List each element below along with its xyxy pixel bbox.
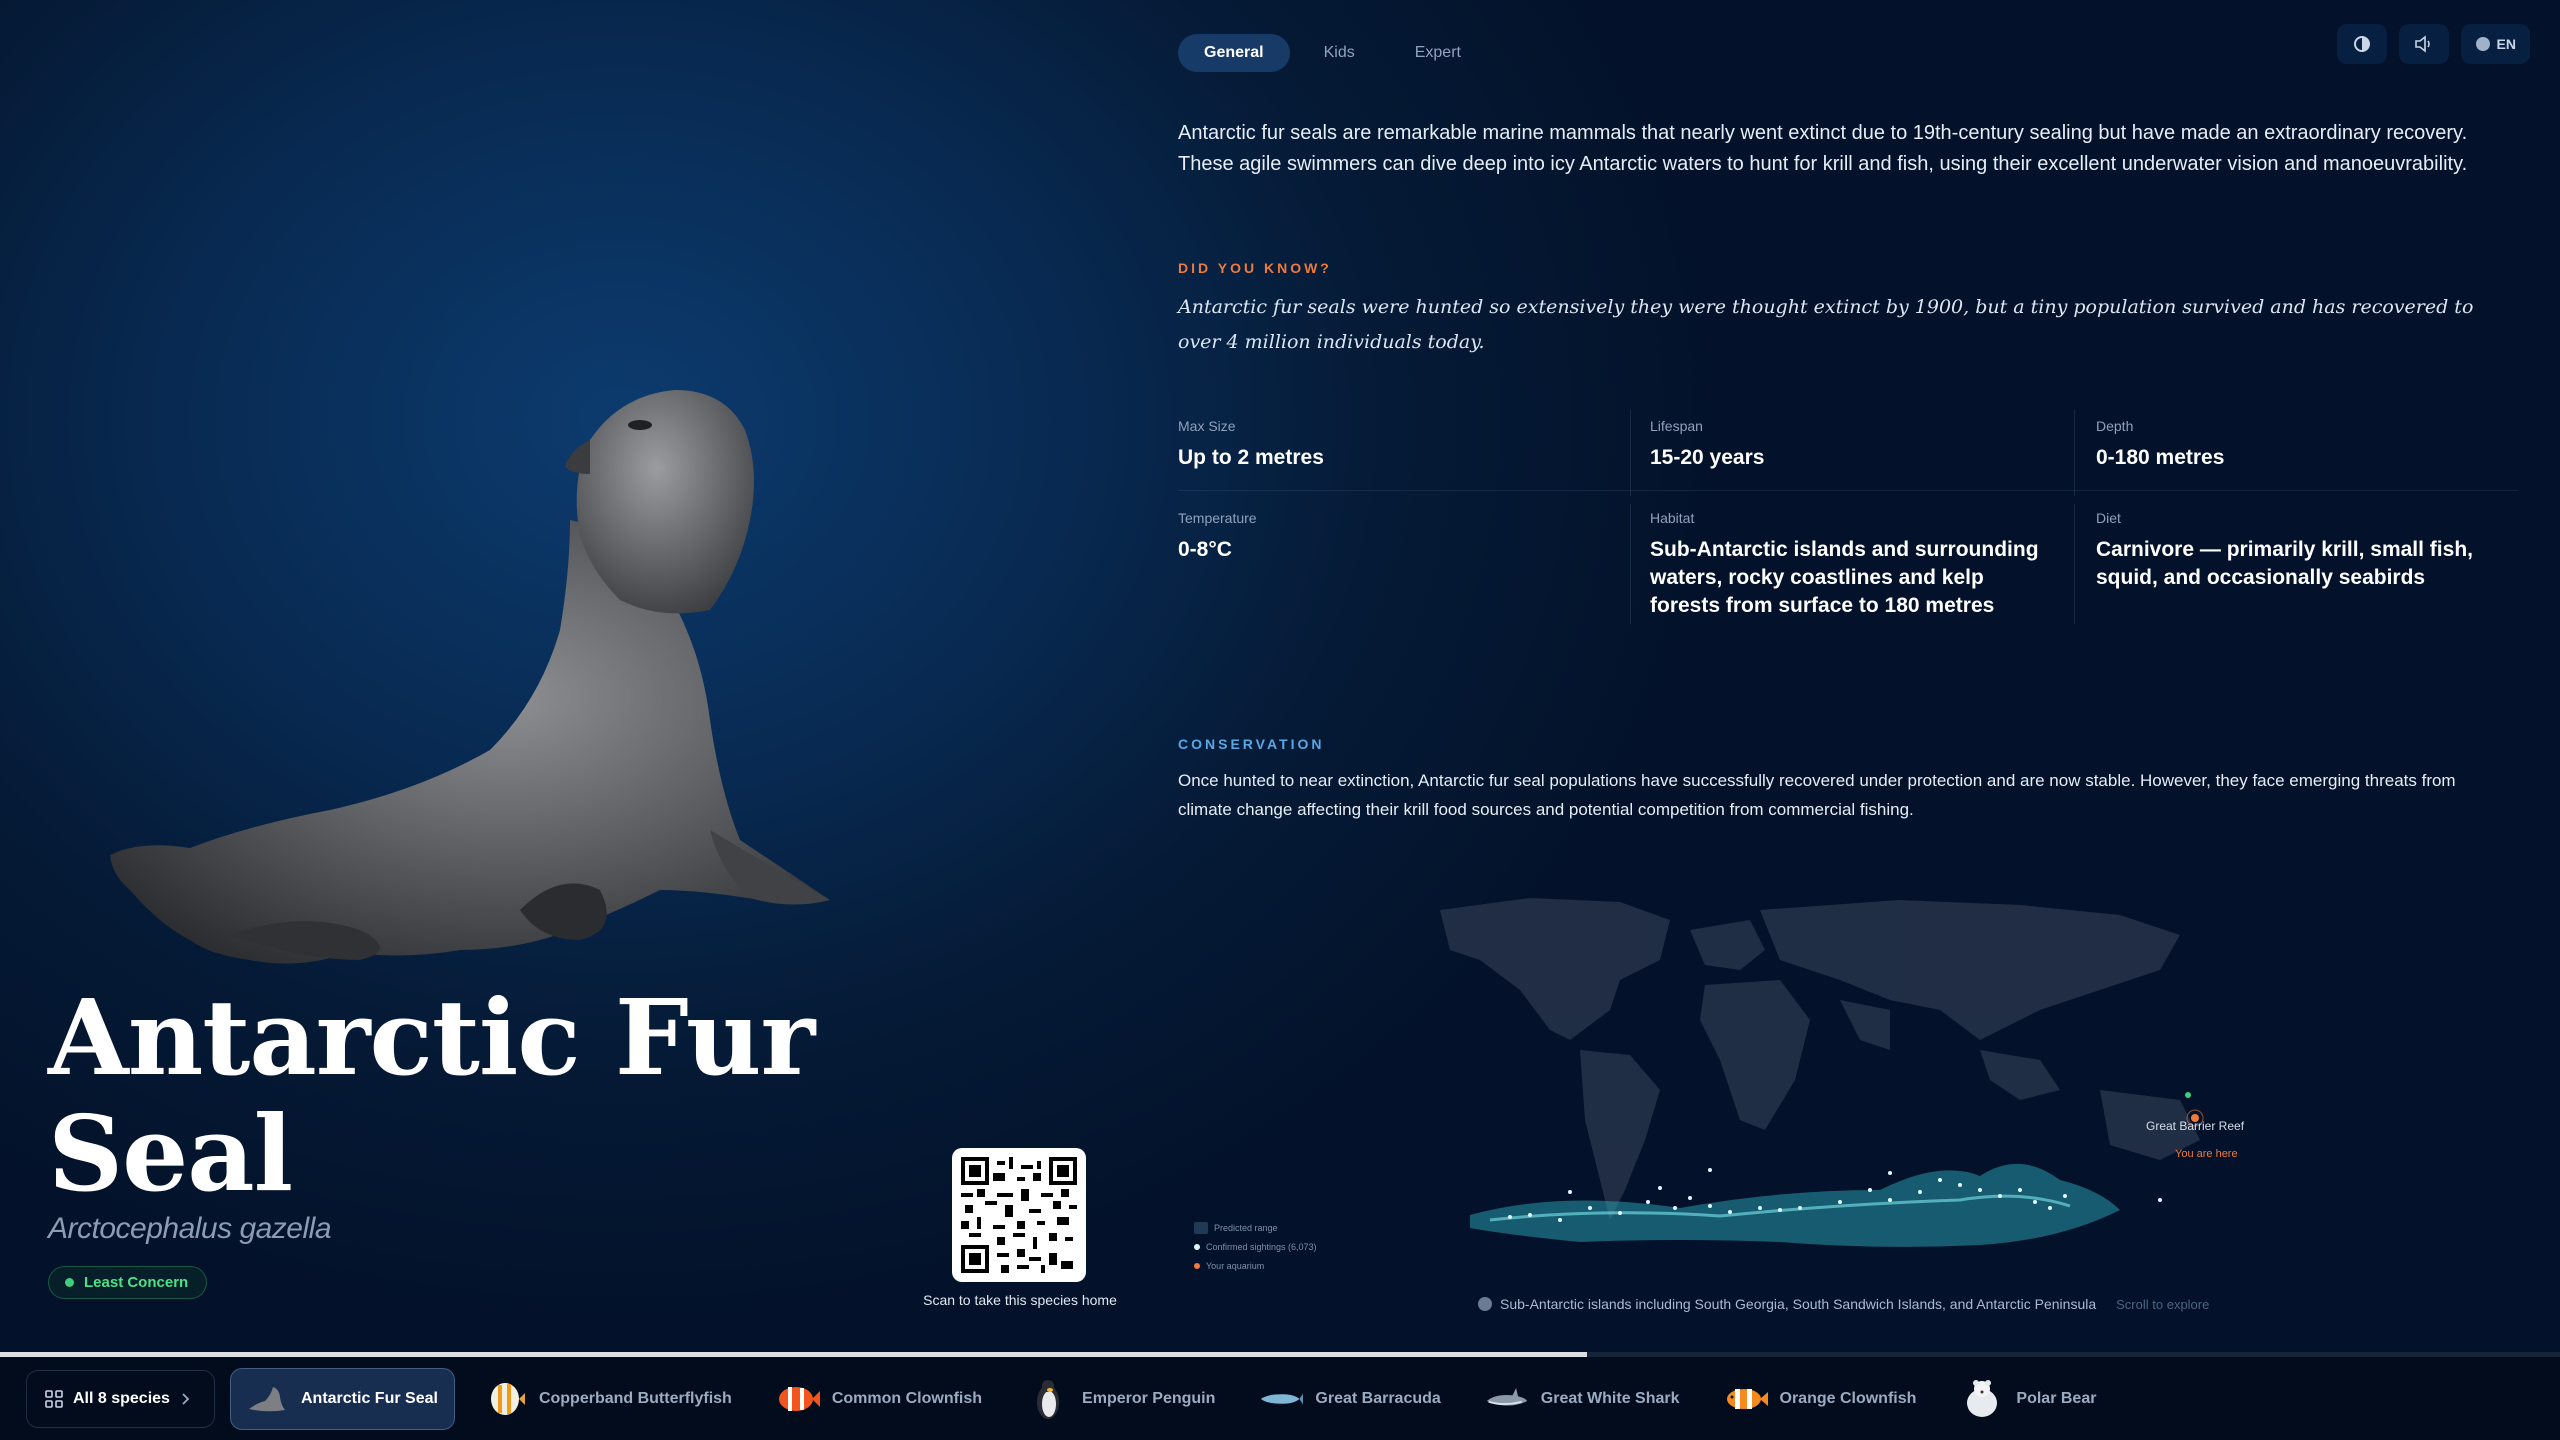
species-item-great-barracuda[interactable]: Great Barracuda <box>1245 1368 1456 1430</box>
legend-range: Predicted range <box>1194 1218 1317 1237</box>
fact-value: 0-8°C <box>1178 538 1232 561</box>
legend-label: Confirmed sightings (6,073) <box>1206 1241 1317 1252</box>
fact-value: 15-20 years <box>1650 446 1765 469</box>
status-dot-icon <box>65 1278 74 1287</box>
species-item-common-clownfish[interactable]: Common Clownfish <box>762 1368 998 1430</box>
qr-code[interactable] <box>952 1148 1086 1282</box>
divider <box>1630 504 1631 624</box>
penguin-icon <box>1026 1377 1070 1421</box>
species-item-antarctic-fur-seal[interactable]: Antarctic Fur Seal <box>230 1368 455 1430</box>
fact-value: 0-180 metres <box>2096 446 2225 469</box>
grid-icon <box>45 1390 63 1408</box>
species-item-label: Great White Shark <box>1540 1390 1680 1407</box>
species-title: Antarctic Fur Seal <box>48 976 815 1215</box>
orange-clownfish-icon <box>1724 1377 1768 1421</box>
fact-temperature: Temperature 0-8°C <box>1178 510 1598 564</box>
audio-button[interactable] <box>2398 24 2449 64</box>
shark-icon <box>1485 1377 1529 1421</box>
seal-image <box>110 390 830 964</box>
species-item-label: Great Barracuda <box>1315 1390 1441 1407</box>
location-dot-icon <box>1478 1297 1492 1311</box>
species-item-label: Common Clownfish <box>831 1390 983 1407</box>
did-you-know-label: DID YOU KNOW? <box>1178 260 1332 276</box>
species-item-label: Orange Clownfish <box>1779 1390 1917 1407</box>
species-item-orange-clownfish[interactable]: Orange Clownfish <box>1710 1368 1933 1430</box>
reef-marker <box>2185 1092 2191 1098</box>
clownfish-icon <box>776 1377 820 1421</box>
qr-caption: Scan to take this species home <box>923 1292 1117 1308</box>
legend-label: Your aquarium <box>1206 1260 1265 1271</box>
species-item-label: Polar Bear <box>2016 1390 2097 1407</box>
fact-label: Temperature <box>1178 510 1257 526</box>
divider <box>1178 490 2518 491</box>
legend-aquarium: Your aquarium <box>1194 1256 1317 1275</box>
fact-label: Depth <box>2096 418 2134 434</box>
audience-tabs: General Kids Expert <box>1178 34 1487 72</box>
polar-bear-icon <box>1960 1377 2004 1421</box>
tab-kids[interactable]: Kids <box>1298 34 1381 72</box>
species-item-polar-bear[interactable]: Polar Bear <box>1946 1368 2112 1430</box>
conservation-status-badge: Least Concern <box>48 1266 208 1299</box>
species-latin-name: Arctocephalus gazella <box>48 1212 332 1245</box>
chevron-right-icon <box>182 1393 190 1405</box>
reef-label: Great Barrier Reef <box>2146 1119 2245 1133</box>
speaker-icon <box>2414 35 2430 53</box>
species-item-label: Emperor Penguin <box>1082 1390 1216 1407</box>
fact-value: Sub-Antarctic islands and surrounding wa… <box>1650 538 2039 617</box>
all-species-button[interactable]: All 8 species <box>26 1370 215 1428</box>
conservation-label: CONSERVATION <box>1178 736 1325 752</box>
top-controls: EN <box>2336 24 2530 64</box>
fact-label: Lifespan <box>1650 418 1703 434</box>
species-item-emperor-penguin[interactable]: Emperor Penguin <box>1012 1368 1231 1430</box>
all-species-label: All 8 species <box>73 1390 170 1407</box>
species-item-great-white-shark[interactable]: Great White Shark <box>1471 1368 1696 1430</box>
language-button[interactable]: EN <box>2460 24 2530 64</box>
you-are-here-label: You are here <box>2175 1148 2238 1160</box>
fact-value: Carnivore — primarily krill, small fish,… <box>2096 538 2473 589</box>
legend-sightings: Confirmed sightings (6,073) <box>1194 1237 1317 1256</box>
map-legend: Predicted range Confirmed sightings (6,0… <box>1194 1218 1317 1275</box>
map-caption-text: Sub-Antarctic islands including South Ge… <box>1500 1296 2097 1312</box>
fact-diet: Diet Carnivore — primarily krill, small … <box>2096 510 2496 592</box>
divider <box>1630 410 1631 496</box>
fact-habitat: Habitat Sub-Antarctic islands and surrou… <box>1650 510 2050 620</box>
species-list: Antarctic Fur Seal Copperband Butterflyf… <box>230 1368 2112 1430</box>
map-caption: Sub-Antarctic islands including South Ge… <box>1478 1296 2209 1312</box>
species-item-label: Antarctic Fur Seal <box>301 1390 438 1407</box>
fact-depth: Depth 0-180 metres <box>2096 418 2496 472</box>
legend-label: Predicted range <box>1214 1222 1278 1233</box>
butterflyfish-icon <box>483 1377 527 1421</box>
contrast-icon <box>2353 36 2370 52</box>
intro-text: Antarctic fur seals are remarkable marin… <box>1178 122 2468 175</box>
seal-icon <box>245 1377 289 1421</box>
legend-swatch <box>1194 1221 1208 1234</box>
divider <box>2074 504 2075 624</box>
divider <box>2074 410 2075 496</box>
fact-label: Habitat <box>1650 510 1695 526</box>
fact-label: Diet <box>2096 510 2121 526</box>
world-landmass <box>1440 898 2200 1220</box>
fact-label: Max Size <box>1178 418 1236 434</box>
status-label: Least Concern <box>84 1274 189 1291</box>
tab-expert[interactable]: Expert <box>1389 34 1487 72</box>
predicted-range <box>1470 1163 2120 1247</box>
qr-code-icon <box>961 1157 1077 1273</box>
species-item-copperband-butterflyfish[interactable]: Copperband Butterflyfish <box>469 1368 748 1430</box>
legend-swatch <box>1194 1262 1200 1269</box>
globe-icon <box>2475 37 2490 51</box>
map-hint: Scroll to explore <box>2116 1296 2210 1312</box>
did-you-know-text: Antarctic fur seals were hunted so exten… <box>1178 296 2474 353</box>
contrast-button[interactable] <box>2336 24 2387 64</box>
species-item-label: Copperband Butterflyfish <box>538 1390 732 1407</box>
barracuda-icon <box>1259 1377 1304 1421</box>
language-label: EN <box>2496 36 2516 52</box>
conservation-text: Once hunted to near extinction, Antarcti… <box>1178 771 2456 819</box>
fact-value: Up to 2 metres <box>1178 446 1324 469</box>
tab-general[interactable]: General <box>1178 34 1290 72</box>
fact-max-size: Max Size Up to 2 metres <box>1178 418 1598 472</box>
range-map[interactable] <box>1420 890 2270 1290</box>
fact-lifespan: Lifespan 15-20 years <box>1650 418 2050 472</box>
legend-swatch <box>1194 1243 1200 1250</box>
